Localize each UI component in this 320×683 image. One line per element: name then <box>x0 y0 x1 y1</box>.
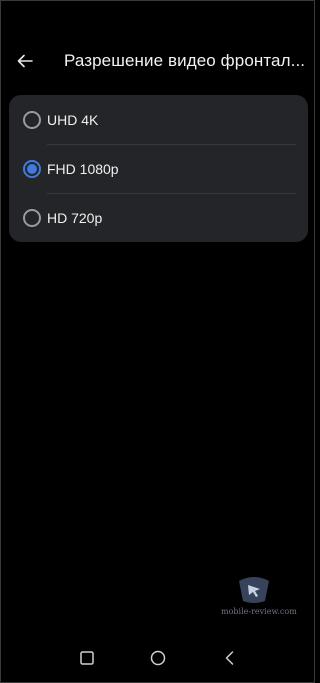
back-button[interactable] <box>1 41 49 81</box>
option-label: UHD 4K <box>47 111 99 128</box>
triangle-back-icon <box>225 651 234 665</box>
nav-back-button[interactable] <box>210 638 250 678</box>
watermark: mobile-review.com <box>221 575 297 619</box>
system-navigation-bar <box>1 634 316 682</box>
watermark-text: mobile-review.com <box>221 607 297 616</box>
recents-button[interactable] <box>67 638 107 678</box>
option-fhd-1080p[interactable]: FHD 1080p <box>9 144 308 193</box>
watermark-logo-icon <box>239 577 269 603</box>
option-label: HD 720p <box>47 209 103 226</box>
square-icon <box>80 651 94 665</box>
app-bar: Разрешение видео фронтал... <box>1 41 316 81</box>
option-hd-720p[interactable]: HD 720p <box>9 193 308 242</box>
radio-checked-icon[interactable] <box>23 159 41 178</box>
page-title: Разрешение видео фронтал... <box>64 51 306 70</box>
home-button[interactable] <box>138 638 178 678</box>
option-uhd-4k[interactable]: UHD 4K <box>9 95 308 144</box>
screen: Разрешение видео фронтал... UHD 4K FHD 1… <box>0 0 315 683</box>
option-label: FHD 1080p <box>47 160 119 177</box>
arrow-left-icon <box>17 54 33 68</box>
radio-unchecked-icon[interactable] <box>23 110 41 129</box>
resolution-options-card: UHD 4K FHD 1080p HD 720p <box>9 95 308 242</box>
radio-unchecked-icon[interactable] <box>23 208 41 227</box>
circle-icon <box>151 650 166 666</box>
